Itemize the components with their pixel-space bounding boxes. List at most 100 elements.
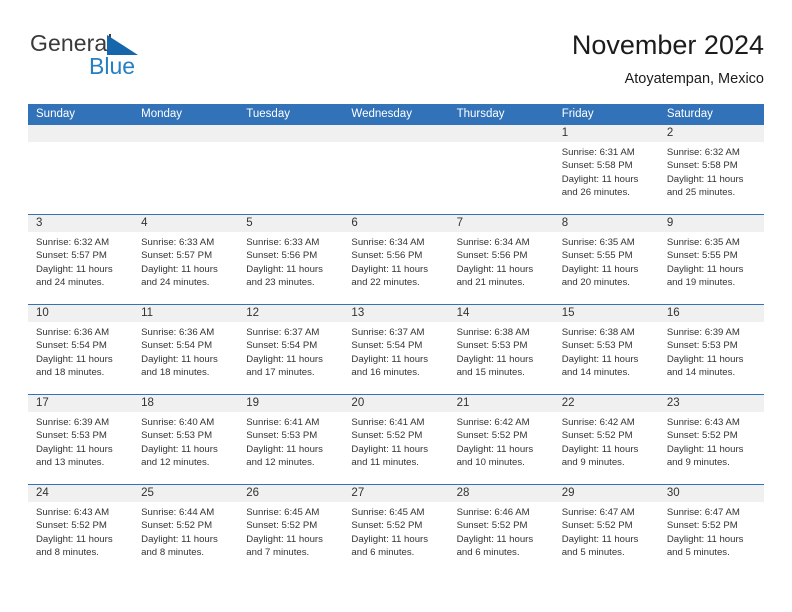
calendar-day-cell[interactable]: 10 Sunrise: 6:36 AM Sunset: 5:54 PM Dayligh… [28,305,134,394]
calendar-day-cell[interactable]: 26 Sunrise: 6:45 AM Sunset: 5:52 PM Dayligh… [238,485,344,574]
daylight-text: Daylight: 11 hours and 11 minutes. [351,443,429,469]
sunrise-text: Sunrise: 6:42 AM [456,417,530,428]
daylight-text: Daylight: 11 hours and 8 minutes. [141,533,218,559]
daylight-text: Daylight: 11 hours and 17 minutes. [246,353,323,379]
title-block: November 2024 Atoyatempan, Mexico [572,28,764,89]
sunrise-text: Sunrise: 6:31 AM [561,147,635,158]
calendar-day-cell[interactable]: 22 Sunrise: 6:42 AM Sunset: 5:52 PM Dayligh… [553,395,659,484]
sunset-text: Sunset: 5:53 PM [456,340,528,352]
sunset-text: Sunset: 5:54 PM [141,340,213,352]
day-details: Sunrise: 6:44 AM Sunset: 5:52 PM Daylight:… [133,502,238,560]
sunrise-text: Sunrise: 6:37 AM [351,327,425,338]
sunrise-text: Sunrise: 6:46 AM [456,507,530,518]
day-number: 1 [553,125,659,142]
day-number: 8 [553,215,659,232]
calendar-day-cell[interactable]: 24 Sunrise: 6:43 AM Sunset: 5:52 PM Dayligh… [28,485,134,574]
sunset-text: Sunset: 5:52 PM [456,520,528,532]
calendar-day-cell[interactable]: 8 Sunrise: 6:35 AM Sunset: 5:55 PM Daylight… [553,215,659,304]
sunrise-text: Sunrise: 6:32 AM [36,237,110,248]
calendar-day-cell[interactable]: 7 Sunrise: 6:34 AM Sunset: 5:56 PM Daylight… [448,215,554,304]
daylight-text: Daylight: 11 hours and 24 minutes. [36,263,113,289]
day-number: 21 [448,395,554,412]
calendar-day-cell[interactable]: 29 Sunrise: 6:47 AM Sunset: 5:52 PM Dayligh… [553,485,659,574]
day-number: 16 [658,305,764,322]
daylight-text: Daylight: 11 hours and 19 minutes. [666,263,744,289]
sunset-text: Sunset: 5:53 PM [141,430,213,442]
calendar-day-cell[interactable]: 11 Sunrise: 6:36 AM Sunset: 5:54 PM Dayligh… [133,305,239,394]
daylight-text: Daylight: 11 hours and 13 minutes. [36,443,113,469]
calendar-day-cell[interactable]: 28 Sunrise: 6:46 AM Sunset: 5:52 PM Dayligh… [448,485,554,574]
day-number: 11 [133,305,239,322]
daylight-text: Daylight: 11 hours and 10 minutes. [456,443,534,469]
calendar-day-cell[interactable]: 13 Sunrise: 6:37 AM Sunset: 5:54 PM Dayligh… [343,305,449,394]
daylight-text: Daylight: 11 hours and 18 minutes. [36,353,113,379]
calendar-day-cell[interactable]: 23 Sunrise: 6:43 AM Sunset: 5:52 PM Dayligh… [658,395,764,484]
page-title: November 2024 [571,30,764,60]
calendar-day-cell[interactable]: 25 Sunrise: 6:44 AM Sunset: 5:52 PM Dayligh… [133,485,239,574]
day-number: 6 [343,215,449,232]
day-number: 23 [658,395,764,412]
calendar-day-cell[interactable]: 9 Sunrise: 6:35 AM Sunset: 5:55 PM Daylight… [658,215,764,304]
sunset-text: Sunset: 5:53 PM [246,430,318,442]
calendar-day-cell[interactable]: 5 Sunrise: 6:33 AM Sunset: 5:56 PM Daylight… [238,215,344,304]
sunrise-text: Sunrise: 6:43 AM [36,507,110,518]
calendar-day-cell[interactable]: 2 Sunrise: 6:32 AM Sunset: 5:58 PM Daylight… [658,125,764,214]
calendar-day-cell[interactable]: 19 Sunrise: 6:41 AM Sunset: 5:53 PM Dayligh… [238,395,344,484]
calendar-day-cell[interactable]: 15 Sunrise: 6:38 AM Sunset: 5:53 PM Dayligh… [553,305,659,394]
day-details: Sunrise: 6:41 AM Sunset: 5:52 PM Daylight:… [343,412,448,470]
day-details: Sunrise: 6:47 AM Sunset: 5:52 PM Daylight:… [554,502,659,560]
sunset-text: Sunset: 5:54 PM [36,340,107,352]
calendar-day-cell[interactable]: 6 Sunrise: 6:34 AM Sunset: 5:56 PM Daylight… [343,215,449,304]
day-details: Sunrise: 6:35 AM Sunset: 5:55 PM Daylight:… [659,232,764,290]
daylight-text: Daylight: 11 hours and 14 minutes. [561,353,639,379]
sunrise-text: Sunrise: 6:37 AM [246,327,320,338]
logo[interactable]: General Blue [28,30,228,86]
daylight-text: Daylight: 11 hours and 5 minutes. [666,533,744,559]
calendar-day-cell[interactable]: 27 Sunrise: 6:45 AM Sunset: 5:52 PM Dayligh… [343,485,449,574]
day-details: Sunrise: 6:45 AM Sunset: 5:52 PM Daylight:… [343,502,448,560]
daylight-text: Daylight: 11 hours and 25 minutes. [666,173,744,199]
calendar-day-cell[interactable]: 1 Sunrise: 6:31 AM Sunset: 5:58 PM Daylight… [553,125,659,214]
sunrise-text: Sunrise: 6:35 AM [561,237,635,248]
daylight-text: Daylight: 11 hours and 22 minutes. [351,263,429,289]
calendar-day-cell[interactable]: 16 Sunrise: 6:39 AM Sunset: 5:53 PM Dayligh… [658,305,764,394]
calendar-day-cell[interactable]: 21 Sunrise: 6:42 AM Sunset: 5:52 PM Dayligh… [448,395,554,484]
sunset-text: Sunset: 5:53 PM [561,340,633,352]
day-details: Sunrise: 6:40 AM Sunset: 5:53 PM Daylight:… [133,412,238,470]
calendar-day-cell[interactable]: 3 Sunrise: 6:32 AM Sunset: 5:57 PM Daylight… [28,215,134,304]
day-number: 22 [553,395,659,412]
calendar-day-cell[interactable]: 20 Sunrise: 6:41 AM Sunset: 5:52 PM Dayligh… [343,395,449,484]
calendar-day-cell[interactable]: 18 Sunrise: 6:40 AM Sunset: 5:53 PM Dayligh… [133,395,239,484]
sunset-text: Sunset: 5:52 PM [351,520,423,532]
sunset-text: Sunset: 5:52 PM [141,520,213,532]
calendar-day-cell[interactable]: 14 Sunrise: 6:38 AM Sunset: 5:53 PM Dayligh… [448,305,554,394]
day-number: 29 [553,485,659,502]
day-details: Sunrise: 6:37 AM Sunset: 5:54 PM Daylight:… [238,322,343,380]
weekday-header-monday: Monday [141,108,183,120]
sunset-text: Sunset: 5:54 PM [246,340,318,352]
day-details: Sunrise: 6:39 AM Sunset: 5:53 PM Daylight:… [659,322,764,380]
weekday-header-sunday: Sunday [36,108,76,120]
day-number: 14 [448,305,554,322]
calendar-day-cell[interactable]: 17 Sunrise: 6:39 AM Sunset: 5:53 PM Dayligh… [28,395,134,484]
sunrise-text: Sunrise: 6:41 AM [246,417,320,428]
day-details: Sunrise: 6:43 AM Sunset: 5:52 PM Daylight:… [28,502,133,560]
day-details: Sunrise: 6:33 AM Sunset: 5:57 PM Daylight:… [133,232,238,290]
daylight-text: Daylight: 11 hours and 24 minutes. [141,263,218,289]
daylight-text: Daylight: 11 hours and 18 minutes. [141,353,218,379]
sunset-text: Sunset: 5:56 PM [351,250,423,262]
daylight-text: Daylight: 11 hours and 16 minutes. [351,353,429,379]
sunset-text: Sunset: 5:53 PM [666,340,738,352]
day-number: 25 [133,485,239,502]
calendar-day-cell-empty [343,125,449,214]
daylight-text: Daylight: 11 hours and 14 minutes. [666,353,744,379]
sunset-text: Sunset: 5:53 PM [36,430,107,442]
sunset-text: Sunset: 5:52 PM [561,520,633,532]
sunrise-text: Sunrise: 6:34 AM [351,237,425,248]
sunset-text: Sunset: 5:58 PM [666,160,738,172]
day-details: Sunrise: 6:32 AM Sunset: 5:57 PM Daylight:… [28,232,133,290]
calendar-day-cell[interactable]: 4 Sunrise: 6:33 AM Sunset: 5:57 PM Daylight… [133,215,239,304]
calendar-day-cell[interactable]: 30 Sunrise: 6:47 AM Sunset: 5:52 PM Dayligh… [658,485,764,574]
daylight-text: Daylight: 11 hours and 6 minutes. [456,533,534,559]
calendar-day-cell[interactable]: 12 Sunrise: 6:37 AM Sunset: 5:54 PM Dayligh… [238,305,344,394]
